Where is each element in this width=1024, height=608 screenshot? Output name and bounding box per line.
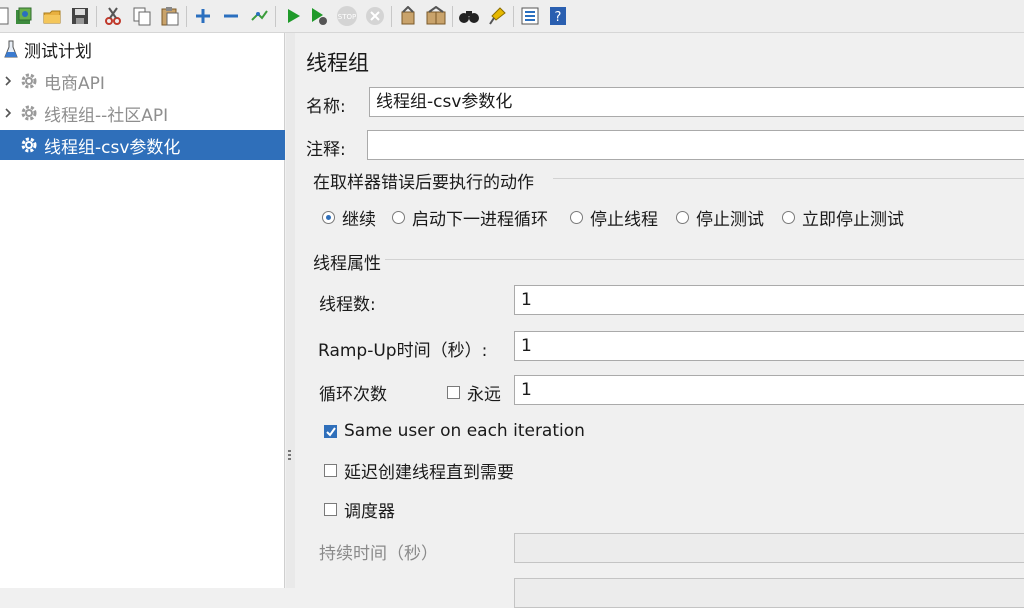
section-divider [385,259,1024,260]
clear-icon[interactable] [397,5,419,27]
page-title: 线程组 [306,51,369,75]
splitter-grip-icon[interactable] [288,448,292,462]
duration-label: 持续时间（秒） [319,544,438,564]
gear-icon [20,72,38,90]
expand-icon[interactable] [192,5,214,27]
svg-text:STOP: STOP [338,13,356,21]
copy-icon[interactable] [131,5,153,27]
radio-stop-test[interactable]: 停止测试 [676,205,764,230]
duration-input[interactable] [514,533,1024,563]
error-action-section-title: 在取样器错误后要执行的动作 [313,173,534,193]
paste-icon[interactable] [159,5,181,27]
toolbar-separator [186,6,187,27]
loop-count-input[interactable]: 1 [514,375,1024,405]
splitter[interactable] [286,33,295,588]
radio-label: 停止测试 [696,210,764,230]
checkmark-icon [326,426,336,437]
toolbar-separator [391,6,392,27]
radio-stop-test-now[interactable]: 立即停止测试 [782,205,904,230]
open-icon[interactable] [41,5,63,27]
gear-icon [20,136,38,154]
toolbar-separator [96,6,97,27]
cut-icon[interactable] [102,5,124,27]
radio-start-next-loop[interactable]: 启动下一进程循环 [392,205,548,230]
stop-icon[interactable]: STOP [336,5,358,27]
radio-label: 启动下一进程循环 [412,210,548,230]
comment-field[interactable] [367,130,1024,160]
radio-button[interactable] [322,211,335,224]
radio-continue[interactable]: 继续 [322,205,376,230]
save-icon[interactable] [69,5,91,27]
rampup-label: Ramp-Up时间（秒）: [318,341,488,361]
delay-thread-creation-checkbox[interactable]: 延迟创建线程直到需要 [324,458,514,483]
toolbar-separator [275,6,276,27]
checkbox-label: 调度器 [344,502,395,522]
toggle-icon[interactable] [248,5,270,27]
checkbox-label: Same user on each iteration [344,421,585,441]
tree-item-label: 电商API [44,73,105,94]
tree-item-label: 测试计划 [24,41,92,62]
checkbox[interactable] [324,464,337,477]
test-plan-icon [2,40,20,58]
thread-group-panel: 线程组 名称: 线程组-csv参数化 注释: 在取样器错误后要执行的动作 继续 … [295,33,1024,608]
templates-icon[interactable] [13,5,35,27]
threads-label: 线程数: [319,295,376,315]
radio-button[interactable] [782,211,795,224]
loop-label: 循环次数 [319,385,387,405]
tree-item-label: 线程组--社区API [44,105,169,126]
function-helper-icon[interactable] [519,5,541,27]
clear-all-icon[interactable] [425,5,447,27]
radio-label: 停止线程 [590,210,658,230]
radio-button[interactable] [392,211,405,224]
new-icon[interactable] [0,5,13,27]
checkbox[interactable] [447,386,460,399]
reset-search-icon[interactable] [486,5,508,27]
tree-item-thread-group[interactable]: 电商API [0,66,285,96]
radio-stop-thread[interactable]: 停止线程 [570,205,658,230]
threads-input[interactable]: 1 [514,285,1024,315]
start-icon[interactable] [282,5,304,27]
tree-item-thread-group-selected[interactable]: 线程组-csv参数化 [0,130,285,160]
checkbox-label: 永远 [467,385,501,405]
radio-button[interactable] [570,211,583,224]
radio-button[interactable] [676,211,689,224]
gear-icon [20,104,38,122]
search-icon[interactable] [458,5,480,27]
rampup-input[interactable]: 1 [514,331,1024,361]
help-icon[interactable]: ? [547,5,569,27]
section-divider [553,178,1024,179]
shutdown-icon[interactable] [364,5,386,27]
chevron-right-icon[interactable] [3,107,13,119]
radio-label: 继续 [342,210,376,230]
name-label: 名称: [306,97,346,117]
checkbox[interactable] [324,424,337,438]
checkbox-label: 延迟创建线程直到需要 [344,463,514,483]
toolbar-separator [452,6,453,27]
tree-item-thread-group[interactable]: 线程组--社区API [0,98,285,128]
startup-delay-input[interactable] [514,578,1024,608]
tree-item-label: 线程组-csv参数化 [44,137,181,158]
radio-label: 立即停止测试 [802,210,904,230]
toolbar-separator [513,6,514,27]
toolbar: STOP ? [0,0,1024,33]
tree-item-test-plan[interactable]: 测试计划 [0,34,285,64]
name-field[interactable]: 线程组-csv参数化 [369,87,1024,117]
checkbox[interactable] [324,503,337,516]
chevron-right-icon[interactable] [3,75,13,87]
collapse-icon[interactable] [220,5,242,27]
forever-checkbox[interactable]: 永远 [447,380,501,405]
thread-properties-section-title: 线程属性 [313,254,381,274]
same-user-checkbox[interactable]: Same user on each iteration [324,421,585,441]
comment-label: 注释: [306,140,346,160]
scheduler-checkbox[interactable]: 调度器 [324,497,395,522]
start-no-pause-icon[interactable] [308,5,330,27]
test-plan-tree: 测试计划 电商API 线程组--社区API 线程组-csv参数化 [0,33,285,588]
svg-text:?: ? [555,10,562,25]
